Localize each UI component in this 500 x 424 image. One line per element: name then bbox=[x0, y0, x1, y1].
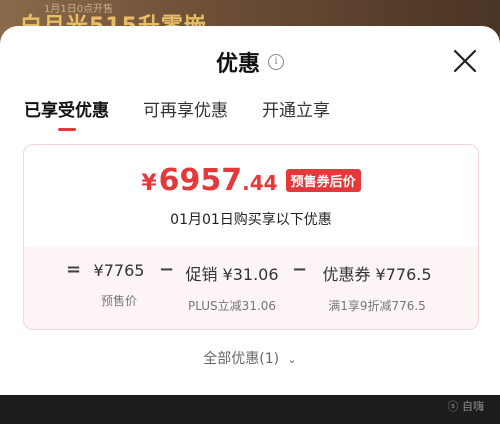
price-card: ¥ 6957 .44 预售券后价 01月01日购买享以下优惠 = ¥7765 预… bbox=[23, 144, 479, 330]
tab-more-offers[interactable]: 可再享优惠 bbox=[143, 96, 228, 131]
breakdown-item-coupon: 优惠券 ¥776.5 满1享9折减776.5 bbox=[314, 261, 440, 314]
watermark: ⓢ 自嗨 bbox=[447, 400, 485, 413]
sheet-header: 优惠 i bbox=[0, 46, 500, 78]
breakdown-value: ¥7765 bbox=[93, 261, 145, 280]
background-bottom bbox=[0, 395, 500, 424]
breakdown-value: 促销 ¥31.06 bbox=[185, 265, 279, 284]
breakdown-item-presale: ¥7765 预售价 bbox=[86, 261, 152, 309]
tab-label: 已享受优惠 bbox=[24, 101, 109, 121]
chevron-down-icon: ⌄ bbox=[287, 353, 297, 366]
close-icon[interactable] bbox=[452, 48, 478, 74]
breakdown-label: 满1享9折减776.5 bbox=[328, 299, 426, 313]
price-tag-badge: 预售券后价 bbox=[285, 169, 361, 192]
price-breakdown: = ¥7765 预售价 − 促销 ¥31.06 PLUS立减31.06 − 优惠… bbox=[24, 247, 478, 329]
tab-label: 开通立享 bbox=[262, 101, 330, 121]
tab-enjoyed-offers[interactable]: 已享受优惠 bbox=[24, 96, 109, 131]
purchase-date-note: 01月01日购买享以下优惠 bbox=[170, 212, 332, 228]
all-offers-link[interactable]: 全部优惠(1) ⌄ bbox=[0, 348, 500, 368]
breakdown-label: 预售价 bbox=[100, 294, 137, 308]
minus-sign: − bbox=[159, 259, 175, 280]
tab-active-indicator bbox=[57, 128, 76, 131]
price-decimal: .44 bbox=[242, 171, 278, 195]
breakdown-item-promotion: 促销 ¥31.06 PLUS立减31.06 bbox=[180, 261, 284, 314]
final-price: ¥ 6957 .44 预售券后价 bbox=[24, 163, 478, 198]
tab-activate[interactable]: 开通立享 bbox=[262, 96, 330, 131]
breakdown-value: 优惠券 ¥776.5 bbox=[322, 265, 432, 284]
all-offers-label: 全部优惠(1) bbox=[203, 351, 280, 367]
currency-symbol: ¥ bbox=[141, 171, 157, 196]
tab-bar: 已享受优惠 可再享优惠 开通立享 bbox=[24, 96, 330, 131]
tab-label: 可再享优惠 bbox=[143, 101, 228, 121]
equals-sign: = bbox=[66, 259, 82, 280]
price-integer: 6957 bbox=[158, 163, 243, 198]
sheet-title: 优惠 bbox=[215, 52, 260, 77]
breakdown-label: PLUS立减31.06 bbox=[187, 299, 277, 313]
info-icon[interactable]: i bbox=[268, 54, 284, 70]
offers-sheet: 优惠 i 已享受优惠 可再享优惠 开通立享 ¥ 6957 .44 预售券后价 0… bbox=[0, 26, 500, 395]
minus-sign: − bbox=[292, 259, 308, 280]
